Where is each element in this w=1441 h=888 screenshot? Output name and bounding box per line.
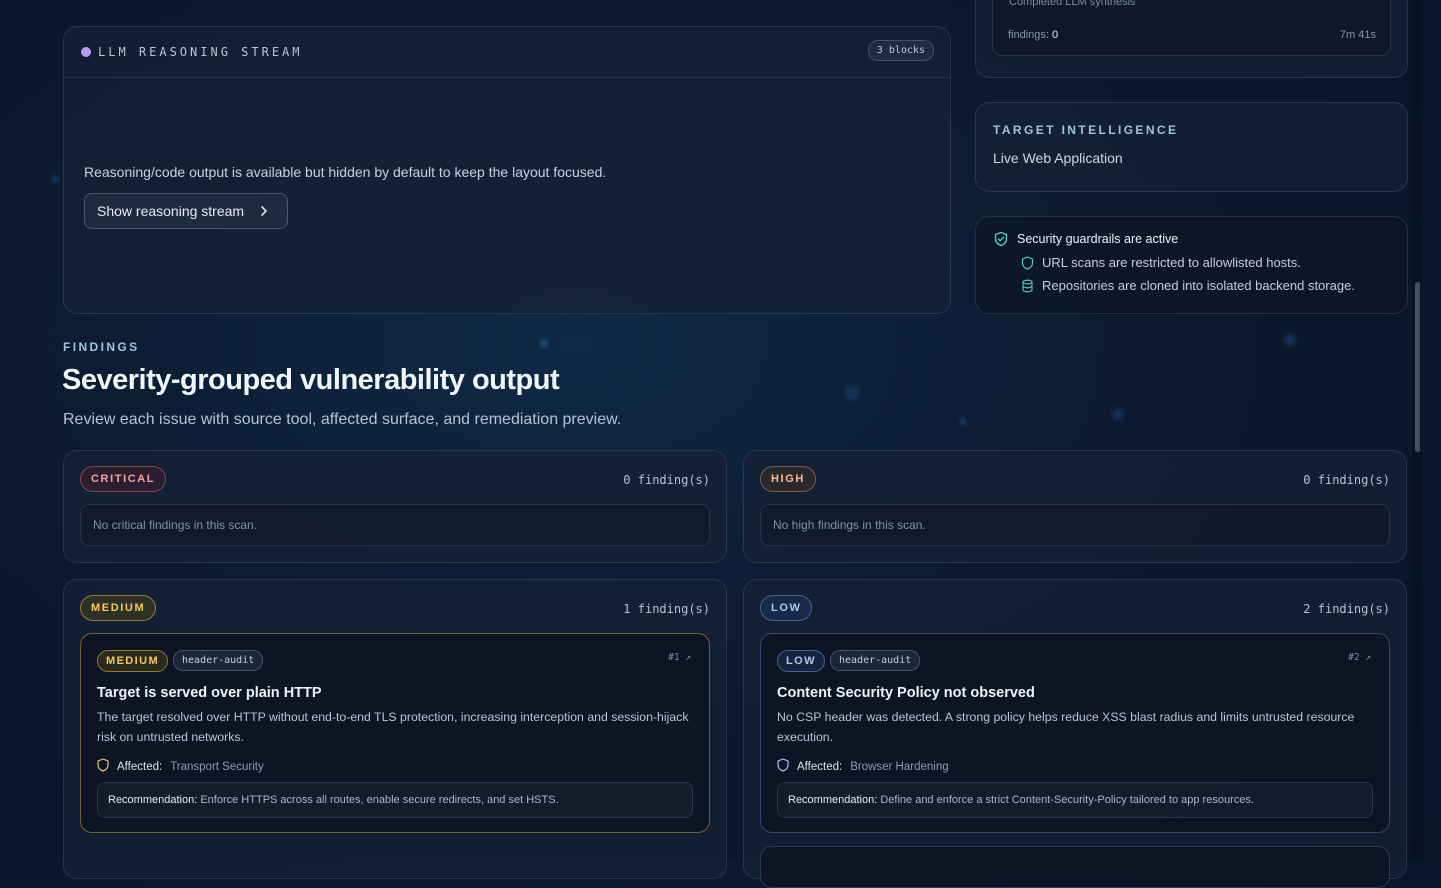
finding-card[interactable]: [760, 846, 1390, 888]
shield-icon: [97, 758, 109, 775]
step-label: Completed LLM synthesis: [1009, 0, 1136, 8]
database-icon: [1021, 279, 1034, 293]
empty-state: No critical findings in this scan.: [80, 504, 710, 546]
affected-row: Affected: Transport Security: [97, 758, 264, 775]
findings-count: findings: 0: [1008, 29, 1058, 41]
background-glow: [960, 418, 966, 424]
recommendation-box: Recommendation: Define and enforce a str…: [777, 782, 1373, 818]
synthesis-step-card: Completed LLM synthesis findings: 0 7m 4…: [992, 0, 1391, 56]
affected-value: Transport Security: [170, 760, 264, 773]
recommendation-box: Recommendation: Enforce HTTPS across all…: [97, 782, 693, 818]
status-dot-icon: [81, 47, 91, 57]
finding-count: 0 finding(s): [623, 473, 710, 487]
finding-title: Target is served over plain HTTP: [97, 685, 322, 701]
finding-count: 2 finding(s): [1303, 602, 1390, 616]
findings-title: Severity-grouped vulnerability output: [62, 364, 560, 396]
reasoning-hidden-note: Reasoning/code output is available but h…: [84, 164, 607, 180]
background-glow: [1112, 408, 1124, 420]
finding-description: The target resolved over HTTP without en…: [97, 710, 689, 744]
finding-title: Content Security Policy not observed: [777, 685, 1035, 701]
recommendation-label: Recommendation:: [108, 794, 198, 806]
show-reasoning-label: Show reasoning stream: [97, 203, 245, 219]
recommendation-label: Recommendation:: [788, 794, 878, 806]
guardrail-text: URL scans are restricted to allowlisted …: [1042, 255, 1301, 270]
finding-count: 0 finding(s): [1303, 473, 1390, 487]
target-intelligence-value: Live Web Application: [993, 150, 1123, 166]
source-tool-badge: header-audit: [830, 650, 921, 671]
finding-card[interactable]: LOW header-audit #2 ↗ Content Security P…: [760, 633, 1390, 833]
findings-subtitle: Review each issue with source tool, affe…: [63, 411, 622, 428]
guardrail-text: Repositories are cloned into isolated ba…: [1042, 278, 1355, 293]
shield-icon: [777, 758, 789, 775]
severity-group-low: LOW 2 finding(s) LOW header-audit #2 ↗ C…: [743, 579, 1407, 888]
affected-label: Affected:: [797, 760, 843, 773]
finding-description: No CSP header was detected. A strong pol…: [777, 710, 1355, 744]
severity-chip: LOW: [777, 650, 825, 672]
finding-link[interactable]: #2 ↗: [1348, 652, 1371, 663]
severity-group-high: HIGH 0 finding(s) No high findings in th…: [743, 450, 1407, 563]
background-glow: [845, 386, 859, 400]
guardrail-item: Repositories are cloned into isolated ba…: [1021, 278, 1355, 293]
synthesis-panel: Completed LLM synthesis findings: 0 7m 4…: [975, 0, 1408, 78]
severity-group-medium: MEDIUM 1 finding(s) MEDIUM header-audit …: [63, 579, 727, 879]
background-glow: [540, 339, 548, 347]
findings-value: 0: [1052, 29, 1059, 41]
chevron-right-icon: [257, 202, 271, 223]
show-reasoning-button[interactable]: Show reasoning stream: [84, 193, 288, 229]
background-glow: [52, 176, 58, 182]
affected-value: Browser Hardening: [850, 760, 949, 773]
reasoning-stream-panel: LLM REASONING STREAM 3 blocks Reasoning/…: [63, 26, 951, 314]
block-count-badge: 3 blocks: [867, 40, 934, 61]
recommendation-text: Enforce HTTPS across all routes, enable …: [200, 794, 559, 806]
medium-chip: MEDIUM: [80, 595, 157, 621]
source-tool-badge: header-audit: [173, 650, 264, 671]
empty-state: No high findings in this scan.: [760, 504, 1390, 546]
high-chip: HIGH: [760, 466, 816, 492]
affected-row: Affected: Browser Hardening: [777, 758, 949, 775]
background-glow: [1284, 334, 1296, 346]
severity-chip: MEDIUM: [97, 650, 169, 672]
findings-label: findings:: [1008, 29, 1049, 41]
reasoning-title: LLM REASONING STREAM: [98, 45, 303, 59]
finding-count: 1 finding(s): [623, 602, 710, 616]
target-intelligence-label: TARGET INTELLIGENCE: [993, 123, 1179, 137]
affected-label: Affected:: [117, 760, 163, 773]
elapsed-time: 7m 41s: [1339, 29, 1376, 41]
finding-link[interactable]: #1 ↗: [668, 652, 691, 663]
shield-icon: [1021, 255, 1034, 270]
severity-group-critical: CRITICAL 0 finding(s) No critical findin…: [63, 450, 727, 563]
low-chip: LOW: [760, 595, 813, 621]
guardrails-panel: Security guardrails are active URL scans…: [975, 216, 1408, 314]
guardrails-title: Security guardrails are active: [1017, 232, 1179, 246]
reasoning-header: LLM REASONING STREAM 3 blocks: [64, 27, 950, 78]
shield-check-icon: [993, 231, 1009, 247]
finding-card[interactable]: MEDIUM header-audit #1 ↗ Target is serve…: [80, 633, 710, 833]
critical-chip: CRITICAL: [80, 466, 167, 492]
guardrails-title-row: Security guardrails are active: [993, 231, 1178, 247]
recommendation-text: Define and enforce a strict Content-Secu…: [880, 794, 1254, 806]
guardrail-item: URL scans are restricted to allowlisted …: [1021, 255, 1301, 270]
target-intelligence-panel: TARGET INTELLIGENCE Live Web Application: [975, 102, 1408, 192]
scrollbar-thumb[interactable]: [1415, 282, 1420, 452]
findings-eyebrow: FINDINGS: [63, 340, 140, 354]
